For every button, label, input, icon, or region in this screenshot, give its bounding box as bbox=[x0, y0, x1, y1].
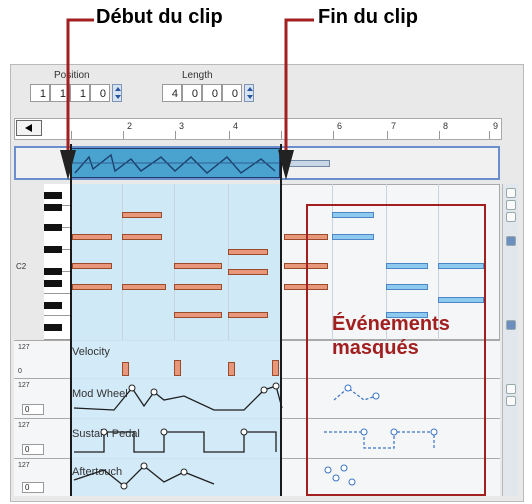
masked-events-line2: masqués bbox=[332, 337, 419, 359]
midi-note[interactable] bbox=[228, 269, 268, 275]
midi-note[interactable] bbox=[122, 234, 162, 240]
ruler-tick: 7 bbox=[391, 121, 397, 131]
piano-keyboard[interactable]: C2 bbox=[14, 184, 70, 340]
length-bar-field[interactable]: 4 bbox=[162, 84, 182, 102]
clip-end-arrow-icon bbox=[278, 18, 314, 180]
midi-note[interactable] bbox=[72, 234, 112, 240]
scroll-left-button[interactable] bbox=[16, 120, 42, 136]
midi-note[interactable] bbox=[72, 284, 112, 290]
length-tick-field[interactable]: 0 bbox=[222, 84, 242, 102]
masked-events-label: Événements masqués bbox=[332, 312, 450, 360]
clip-end-label: Fin du clip bbox=[318, 6, 418, 28]
midi-note[interactable] bbox=[72, 263, 112, 269]
midi-note[interactable] bbox=[122, 212, 162, 218]
zoom-out-icon[interactable] bbox=[506, 200, 516, 210]
lane-zoom-out-icon[interactable] bbox=[506, 396, 516, 406]
clip-start-callout: Début du clip bbox=[96, 6, 223, 29]
midi-note[interactable] bbox=[174, 284, 222, 290]
scroll-up-icon[interactable] bbox=[506, 236, 516, 246]
clip-end-line bbox=[280, 144, 282, 496]
clip-start-arrow-icon bbox=[60, 18, 94, 180]
octave-label: C2 bbox=[16, 262, 27, 271]
position-bar-field[interactable]: 1 bbox=[30, 84, 50, 102]
ruler-tick: 4 bbox=[233, 121, 239, 131]
ruler-tick: 9 bbox=[493, 121, 499, 131]
ruler-tick: 2 bbox=[127, 121, 133, 131]
length-sub-field[interactable]: 0 bbox=[202, 84, 222, 102]
ruler-tick: 6 bbox=[337, 121, 343, 131]
length-label: Length bbox=[182, 70, 213, 81]
length-beat-field[interactable]: 0 bbox=[182, 84, 202, 102]
midi-note[interactable] bbox=[122, 284, 166, 290]
midi-note[interactable] bbox=[174, 312, 222, 318]
right-tool-strip[interactable] bbox=[502, 184, 518, 496]
ruler-tick: 3 bbox=[179, 121, 185, 131]
masked-events-line1: Événements bbox=[332, 313, 450, 335]
midi-note[interactable] bbox=[174, 263, 222, 269]
zoom-in-icon[interactable] bbox=[506, 188, 516, 198]
lane-zoom-in-icon[interactable] bbox=[506, 384, 516, 394]
clip-start-label: Début du clip bbox=[96, 6, 223, 28]
fit-icon[interactable] bbox=[506, 212, 516, 222]
midi-note[interactable] bbox=[228, 312, 268, 318]
clip-end-callout: Fin du clip bbox=[318, 6, 418, 29]
ruler-tick: 8 bbox=[443, 121, 449, 131]
scroll-down-icon[interactable] bbox=[506, 320, 516, 330]
clip-start-line bbox=[70, 144, 72, 496]
length-spinner[interactable] bbox=[244, 84, 254, 102]
midi-note[interactable] bbox=[228, 249, 268, 255]
